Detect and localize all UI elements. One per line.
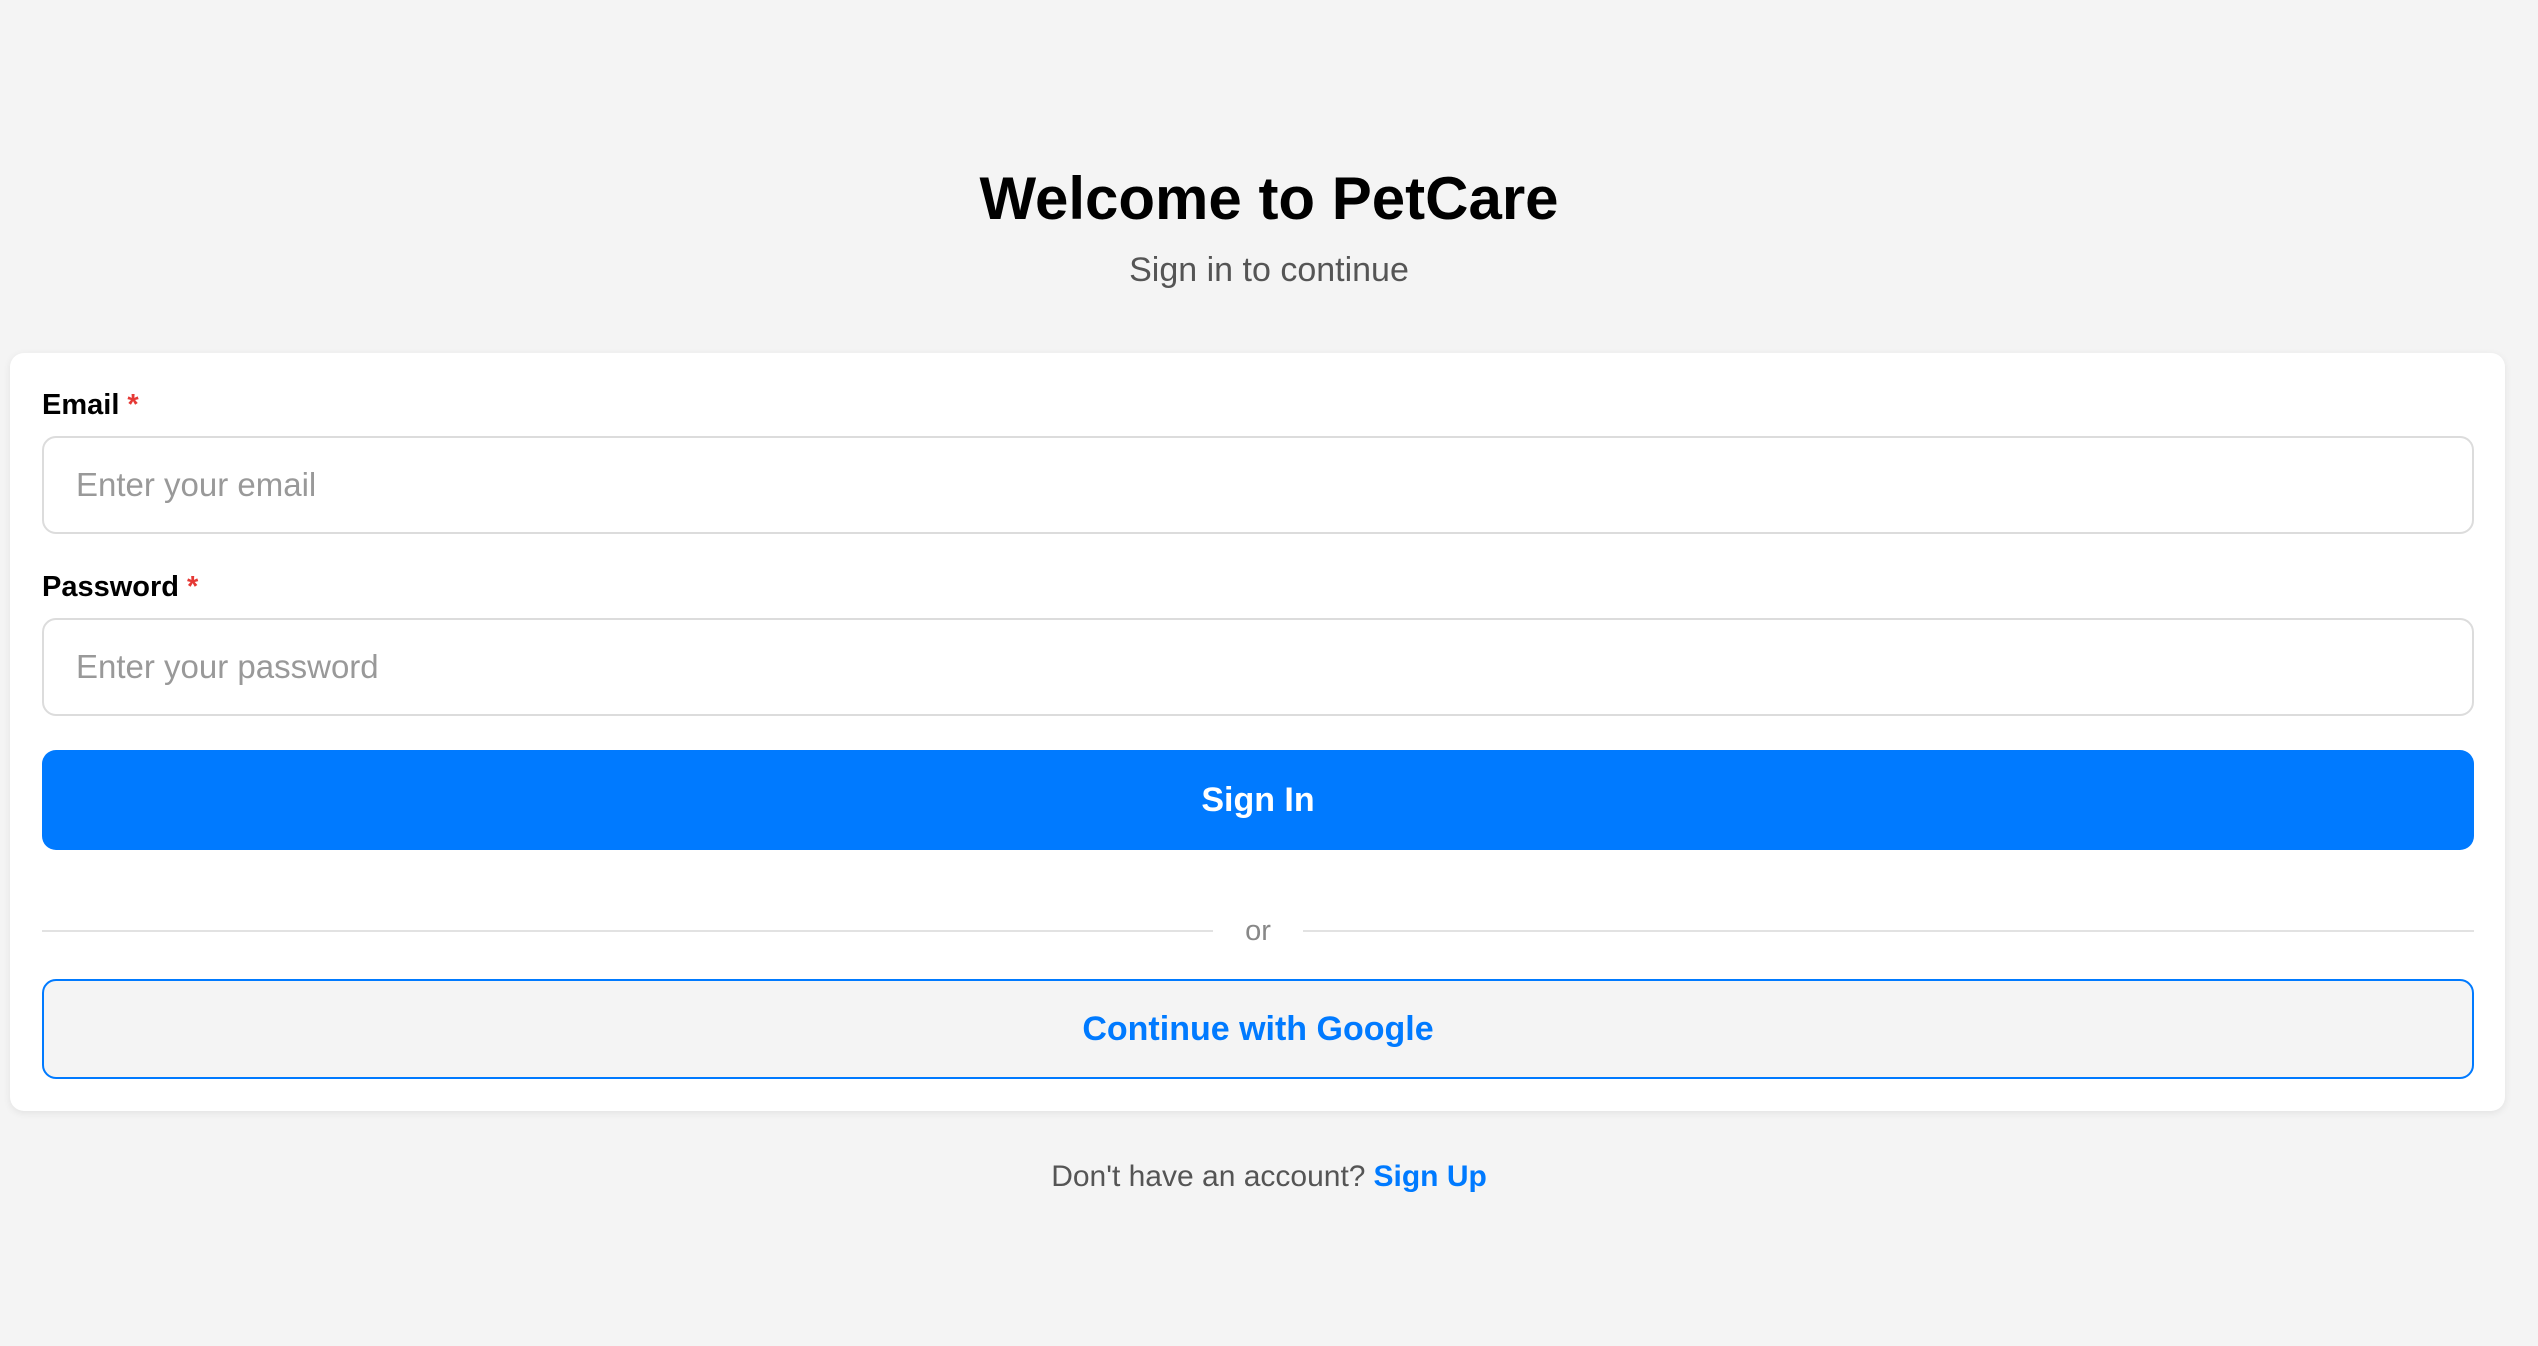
- divider-text: or: [1245, 914, 1271, 947]
- divider-line-left: [42, 930, 1214, 932]
- password-label: Password *: [42, 569, 198, 605]
- sign-up-prompt-text: Don't have an account?: [1051, 1160, 1366, 1193]
- password-input[interactable]: [42, 618, 2474, 716]
- continue-with-google-button[interactable]: Continue with Google: [42, 979, 2474, 1079]
- or-divider: or: [42, 911, 2475, 951]
- page-title: Welcome to PetCare: [979, 165, 1559, 232]
- page-subtitle: Sign in to continue: [1129, 251, 1409, 289]
- divider-line-right: [1302, 930, 2475, 932]
- email-label: Email *: [42, 387, 139, 423]
- password-required-mark: *: [187, 571, 199, 603]
- password-label-text: Password: [42, 571, 179, 603]
- sign-up-link[interactable]: Sign Up: [1373, 1160, 1486, 1193]
- email-input[interactable]: [42, 436, 2474, 534]
- sign-up-prompt: Don't have an account? Sign Up: [0, 1155, 2538, 1199]
- email-label-text: Email: [42, 389, 120, 421]
- email-required-mark: *: [127, 389, 139, 421]
- sign-in-card: Email* Password* Sign In or Continue wit…: [10, 353, 2505, 1111]
- sign-in-button[interactable]: Sign In: [42, 750, 2474, 850]
- page-header: Welcome to PetCare Sign in to continue: [0, 160, 2538, 292]
